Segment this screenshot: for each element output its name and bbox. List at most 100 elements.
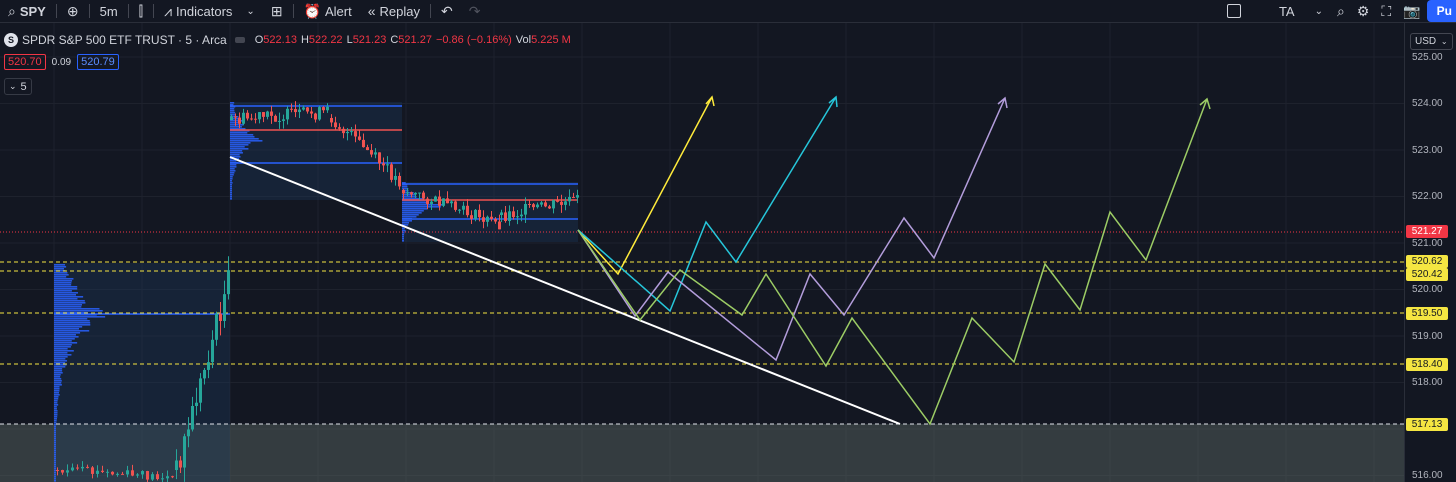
level-tag: 520.62 (1406, 255, 1448, 268)
volume-profile-bar (54, 336, 79, 338)
quick-search-button[interactable]: ⌕ (1331, 0, 1351, 22)
bid-price[interactable]: 520.70 (4, 54, 46, 70)
price-chart[interactable] (0, 23, 1404, 482)
volume-profile-bar (54, 370, 63, 372)
price-tick: 519.00 (1412, 331, 1443, 342)
candle-body (187, 429, 190, 437)
volume-profile-bar (230, 152, 243, 154)
currency-selector[interactable]: USD ⌄ (1410, 33, 1453, 50)
level-tag: 520.42 (1406, 268, 1448, 281)
level-tag: 518.40 (1406, 358, 1448, 371)
volume-profile-bar (230, 144, 249, 146)
redo-button[interactable]: ↷ (461, 0, 489, 22)
volume-value: 5.225 M (531, 34, 571, 46)
ta-button[interactable]: TA ⌄ (1271, 0, 1331, 22)
alert-button[interactable]: ⏰ Alert (296, 0, 360, 22)
legend-title[interactable]: SPDR S&P 500 ETF TRUST · 5 · Arca (22, 33, 227, 47)
volume-profile-bar (54, 476, 56, 478)
ask-price[interactable]: 520.79 (77, 54, 119, 70)
volume-profile-bar (54, 472, 56, 474)
volume-profile-bar (54, 446, 56, 448)
close-value: 521.27 (398, 34, 432, 46)
volume-profile-bar (54, 426, 56, 428)
volume-profile-bar (54, 434, 56, 436)
indicators-collapse-button[interactable]: ⌄ 5 (4, 78, 32, 95)
candle-body (540, 202, 543, 205)
level-tag: 519.50 (1406, 307, 1448, 320)
legend-toggle-icon[interactable] (234, 37, 245, 43)
volume-profile-bar (54, 428, 56, 430)
price-tick: 518.00 (1412, 377, 1443, 388)
volume-profile-bar (402, 204, 443, 206)
snapshot-button[interactable]: 📷 (1397, 0, 1426, 22)
indicators-button[interactable]: ⩘ Indicators ⌄ (156, 0, 263, 22)
replay-button[interactable]: « Replay (360, 0, 428, 22)
volume-profile-bar (230, 110, 235, 112)
candle-body (548, 206, 551, 209)
candle-body (382, 163, 385, 166)
volume-profile-bar (54, 362, 66, 364)
volume-profile-bar (230, 108, 235, 110)
candle-body (394, 175, 397, 180)
candle-body (254, 118, 257, 120)
chevron-down-icon: ⌄ (246, 5, 255, 17)
candle-body (136, 474, 139, 476)
volume-profile-bar (54, 330, 90, 332)
volume-profile-bar (54, 390, 60, 392)
volume-profile-bar (54, 480, 56, 482)
compare-button[interactable]: ⊕ (59, 0, 87, 22)
volume-profile-bar (54, 450, 56, 452)
candle-body (322, 107, 325, 111)
right-toolbar: TA ⌄ ⌕ ⚙ ⛶ 📷 Pu (1219, 0, 1456, 22)
candle-body (354, 131, 357, 137)
candle-body (219, 313, 222, 321)
volume-profile-bar (54, 360, 68, 362)
candle-body (151, 474, 154, 480)
candle-body (426, 198, 429, 204)
candle-body (442, 198, 445, 206)
volume-profile-bar (54, 354, 72, 356)
candle-body (450, 201, 453, 204)
plus-circle-icon: ⊕ (66, 2, 79, 19)
price-tick: 520.00 (1412, 284, 1443, 295)
candle-body (470, 215, 473, 219)
undo-button[interactable]: ↶ (433, 0, 461, 22)
volume-profile-bar (54, 392, 59, 394)
settings-button[interactable]: ⚙ (1351, 0, 1376, 22)
volume-profile-bar (54, 288, 78, 290)
volume-profile-bar (230, 178, 233, 180)
volume-profile-bar (402, 216, 417, 218)
volume-profile-bar (54, 342, 78, 344)
volume-profile-bar (54, 402, 58, 404)
publish-button[interactable]: Pu (1426, 0, 1456, 22)
candle-body (101, 470, 104, 472)
volume-profile-bar (230, 140, 263, 142)
volume-profile-box-3 (402, 182, 578, 242)
volume-profile-bar (230, 176, 233, 178)
volume-profile-bar (230, 150, 243, 152)
undo-icon: ↶ (440, 2, 453, 19)
interval-button[interactable]: 5m (92, 0, 126, 22)
chart-type-button[interactable]: ⫿ (131, 0, 151, 22)
volume-profile-bar (54, 294, 77, 296)
square-icon (1226, 4, 1241, 18)
volume-profile-bar (54, 430, 56, 432)
volume-profile-bar (54, 280, 73, 282)
symbol-search[interactable]: ⌕ SPY (0, 0, 54, 22)
candle-body (474, 209, 477, 219)
candle-body (544, 202, 547, 207)
volume-profile-bar (54, 300, 85, 302)
fullscreen-square-button[interactable] (1219, 0, 1249, 22)
volume-profile-bar (230, 198, 232, 200)
candle-body (71, 467, 74, 471)
volume-profile-bar (54, 470, 56, 472)
price-axis[interactable] (1404, 23, 1456, 482)
candle-body (298, 109, 301, 113)
fullscreen-button[interactable]: ⛶ (1375, 0, 1397, 22)
candle-body (374, 152, 377, 155)
volume-profile-bar (54, 324, 91, 326)
volume-profile-bar (230, 190, 232, 192)
volume-profile-bar (54, 396, 59, 398)
volume-profile-bar (54, 296, 84, 298)
layouts-button[interactable]: ⊞ (263, 0, 291, 22)
